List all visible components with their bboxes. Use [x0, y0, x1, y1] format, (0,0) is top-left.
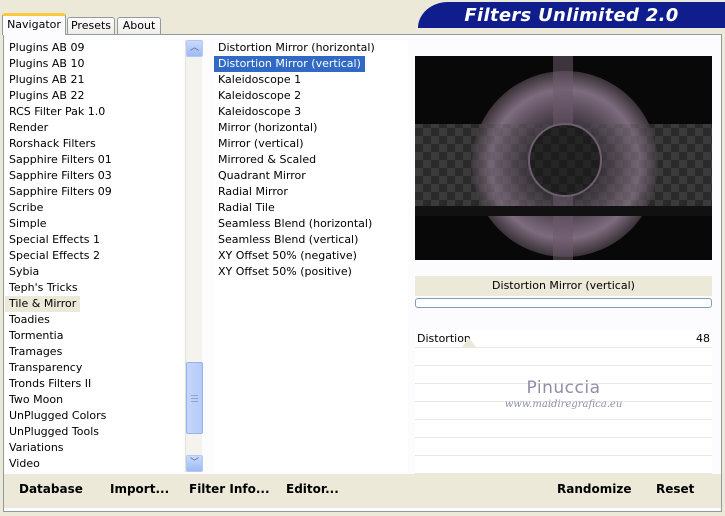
list-item[interactable]: Distortion Mirror (vertical): [214, 56, 365, 72]
parameter-row-distortion[interactable]: Distortion 48: [415, 330, 712, 348]
list-item[interactable]: Video: [5, 456, 183, 472]
list-item[interactable]: Toadies: [5, 312, 183, 328]
chevron-up-icon: ︿: [189, 43, 199, 53]
list-item[interactable]: Radial Tile: [214, 200, 408, 216]
tab-navigator[interactable]: Navigator: [2, 13, 66, 35]
list-item[interactable]: Tile & Mirror: [5, 296, 81, 312]
list-item[interactable]: Render: [5, 120, 183, 136]
list-item[interactable]: Simple: [5, 216, 183, 232]
editor-button[interactable]: Editor...: [286, 482, 339, 496]
filter-list[interactable]: Distortion Mirror (horizontal) Distortion…: [214, 40, 408, 472]
list-item[interactable]: Rorshack Filters: [5, 136, 183, 152]
list-item[interactable]: Special Effects 1: [5, 232, 183, 248]
list-item[interactable]: Kaleidoscope 2: [214, 88, 408, 104]
list-item[interactable]: UnPlugged Colors: [5, 408, 183, 424]
list-item[interactable]: Kaleidoscope 3: [214, 104, 408, 120]
list-item[interactable]: Sapphire Filters 09: [5, 184, 183, 200]
list-item[interactable]: Teph's Tricks: [5, 280, 183, 296]
watermark-name: Pinuccia: [526, 378, 601, 398]
randomize-button[interactable]: Randomize: [557, 482, 631, 496]
tab-presets[interactable]: Presets: [67, 17, 115, 35]
parameter-row-empty: [415, 420, 712, 438]
list-item[interactable]: Sapphire Filters 03: [5, 168, 183, 184]
list-item[interactable]: Plugins AB 10: [5, 56, 183, 72]
slider-thumb[interactable]: [462, 338, 476, 347]
list-item[interactable]: Mirror (horizontal): [214, 120, 408, 136]
progress-bar: [415, 298, 712, 308]
bottom-toolbar: Database Import... Filter Info... Editor…: [4, 474, 721, 508]
list-item[interactable]: Plugins AB 09: [5, 40, 183, 56]
app-title-banner: Filters Unlimited 2.0: [418, 2, 725, 28]
scroll-thumb[interactable]: [186, 362, 203, 434]
list-item[interactable]: Kaleidoscope 1: [214, 72, 408, 88]
list-item[interactable]: Tronds Filters II: [5, 376, 183, 392]
parameter-row-empty: [415, 348, 712, 366]
preview-image: [415, 56, 712, 260]
parameter-row-empty: [415, 438, 712, 456]
list-item[interactable]: Quadrant Mirror: [214, 168, 408, 184]
list-item[interactable]: Mirror (vertical): [214, 136, 408, 152]
list-item[interactable]: Radial Mirror: [214, 184, 408, 200]
category-list[interactable]: Plugins AB 09 Plugins AB 10 Plugins AB 21 P…: [5, 40, 183, 472]
selected-filter-name: Distortion Mirror (vertical): [415, 276, 712, 296]
reset-button[interactable]: Reset: [656, 482, 694, 496]
list-item[interactable]: Seamless Blend (horizontal): [214, 216, 408, 232]
list-item[interactable]: Transparency: [5, 360, 183, 376]
list-item[interactable]: Special Effects 2: [5, 248, 183, 264]
list-item[interactable]: Tormentia: [5, 328, 183, 344]
list-item[interactable]: Variations: [5, 440, 183, 456]
list-item[interactable]: XY Offset 50% (negative): [214, 248, 408, 264]
list-item[interactable]: UnPlugged Tools: [5, 424, 183, 440]
list-item[interactable]: Sapphire Filters 01: [5, 152, 183, 168]
list-item[interactable]: Plugins AB 22: [5, 88, 183, 104]
parameter-value: 48: [696, 332, 710, 345]
filter-info-button[interactable]: Filter Info...: [189, 482, 270, 496]
scroll-up-button[interactable]: ︿: [186, 40, 203, 57]
tab-bar: Navigator Presets About Filters Unlimite…: [0, 0, 725, 35]
database-button[interactable]: Database: [19, 482, 83, 496]
app-title: Filters Unlimited 2.0: [464, 4, 679, 26]
scroll-down-button[interactable]: ﹀: [186, 455, 203, 472]
import-button[interactable]: Import...: [110, 482, 169, 496]
list-item[interactable]: Scribe: [5, 200, 183, 216]
list-item[interactable]: Sybia: [5, 264, 183, 280]
list-item[interactable]: Tramages: [5, 344, 183, 360]
preview-bottom-band: [415, 206, 712, 216]
category-scrollbar[interactable]: ︿ ﹀: [185, 40, 203, 472]
list-item[interactable]: Plugins AB 21: [5, 72, 183, 88]
watermark-url: www.maidiregrafica.eu: [504, 399, 623, 410]
grip-icon: [191, 395, 198, 402]
list-item[interactable]: Distortion Mirror (horizontal): [214, 40, 408, 56]
chevron-down-icon: ﹀: [189, 458, 199, 468]
list-item[interactable]: Two Moon: [5, 392, 183, 408]
tab-about[interactable]: About: [117, 17, 161, 35]
list-item[interactable]: XY Offset 50% (positive): [214, 264, 408, 280]
list-item[interactable]: RCS Filter Pak 1.0: [5, 104, 183, 120]
parameter-row-empty: [415, 456, 712, 474]
preview-graphic: [415, 56, 712, 260]
list-item[interactable]: Mirrored & Scaled: [214, 152, 408, 168]
list-item[interactable]: Seamless Blend (vertical): [214, 232, 408, 248]
